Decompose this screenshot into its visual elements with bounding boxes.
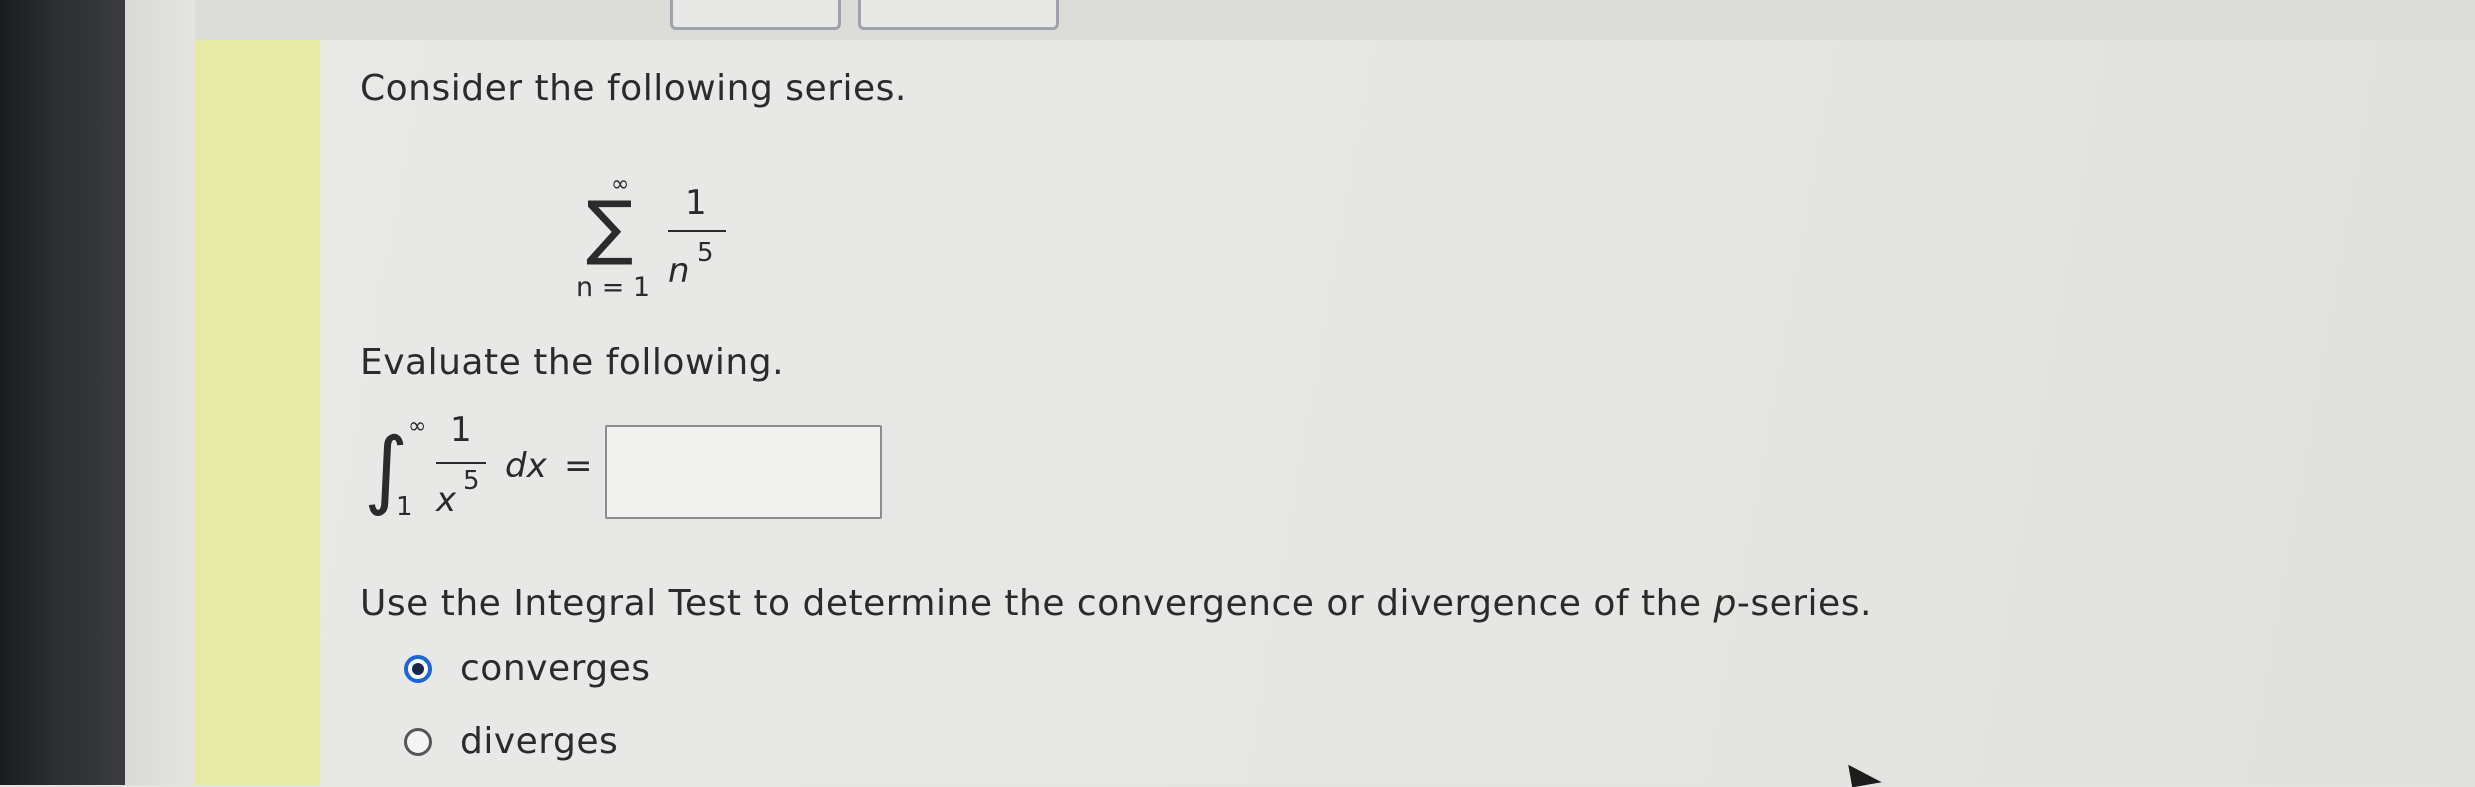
integral-answer-input[interactable] [605, 425, 882, 519]
window-edge [0, 0, 125, 785]
intro-text: Consider the following series. [360, 68, 907, 109]
prompt-text-before: Use the Integral Test to determine the c… [360, 583, 1714, 624]
radio-diverges[interactable] [404, 728, 432, 756]
integral-numerator: 1 [450, 410, 472, 450]
option-label-converges[interactable]: converges [460, 648, 651, 689]
integral-upper-limit: ∞ [408, 414, 427, 439]
sigma-symbol: ∑ [586, 186, 634, 268]
evaluate-text: Evaluate the following. [360, 342, 785, 383]
integral-denominator-base: x [436, 480, 457, 520]
integral-test-prompt: Use the Integral Test to determine the c… [360, 583, 1872, 624]
radio-converges[interactable] [404, 655, 432, 683]
differential: dx [505, 446, 547, 486]
series-denominator-exponent: 5 [697, 238, 714, 268]
integral-denominator-exponent: 5 [463, 466, 480, 496]
top-toolbar [195, 0, 2475, 42]
integral-lower-limit: 1 [396, 492, 413, 522]
prompt-text-after: -series. [1736, 583, 1872, 624]
series-numerator: 1 [685, 183, 707, 223]
prompt-p-variable: p [1713, 583, 1737, 624]
mouse-cursor-icon [1848, 759, 1882, 787]
toolbar-button-1[interactable] [670, 0, 841, 30]
series-denominator-base: n [668, 251, 690, 291]
equals-sign: = [564, 446, 593, 486]
series-fraction-bar [668, 230, 726, 232]
integral-fraction-bar [436, 462, 486, 464]
series-lower-limit: n = 1 [576, 272, 651, 303]
toolbar-button-2[interactable] [858, 0, 1059, 30]
option-label-diverges[interactable]: diverges [460, 721, 618, 762]
question-marker-bar [195, 40, 320, 785]
left-margin [125, 0, 195, 785]
